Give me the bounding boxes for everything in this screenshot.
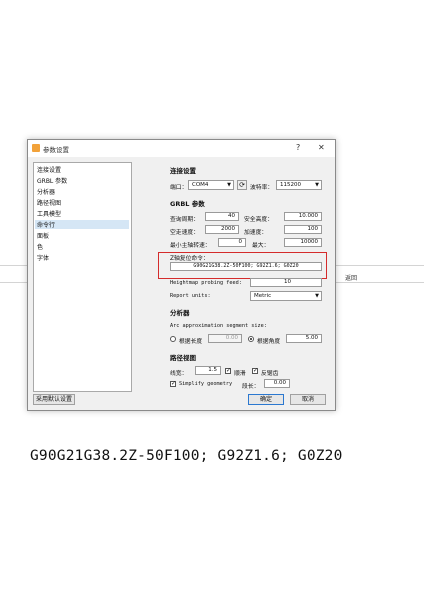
max-spindle-label: 最大： [252, 243, 270, 249]
gcode-caption: G90G21G38.2Z-50F100; G92Z1.6; G0Z20 [30, 448, 343, 464]
sidebar-item-fonts[interactable]: 字体 [37, 253, 49, 262]
help-button[interactable]: ? [296, 143, 300, 153]
sidebar-item-panels[interactable]: 面板 [37, 231, 49, 240]
parser-header: 分析器 [170, 309, 190, 317]
by-angle-field[interactable]: 5.00 [286, 334, 322, 343]
port-label: 端口： [170, 185, 188, 191]
dialog-titlebar: 参数设置 ? ✕ [28, 140, 335, 157]
zero-command-field[interactable]: G90G21G38.2Z-50F100; G92Z1.6; G0Z20 [170, 262, 322, 271]
port-value: COM4 [192, 182, 209, 188]
simplify-checkbox[interactable]: ✓ [170, 381, 176, 387]
settings-dialog: 参数设置 ? ✕ 连接设置 GRBL 参数 分析器 路径视图 工具模型 命令行 … [27, 139, 336, 411]
precision-field[interactable]: 0.00 [264, 379, 290, 388]
by-length-radio[interactable] [170, 336, 176, 342]
units-value: Metric [254, 293, 272, 299]
sidebar-item-grbl[interactable]: GRBL 参数 [37, 176, 67, 185]
app-icon [32, 144, 40, 152]
precision-label: 段长： [242, 384, 260, 390]
antialias-label: 反锯齿 [261, 371, 279, 377]
grbl-header: GRBL 参数 [170, 200, 205, 208]
query-period-label: 查询周期： [170, 217, 199, 223]
sidebar-item-tool-model[interactable]: 工具模型 [37, 209, 61, 218]
baud-label: 波特率： [250, 185, 274, 191]
zero-command-label: Z轴复位命令： [170, 256, 209, 262]
min-spindle-field[interactable]: 0 [218, 238, 246, 247]
line-width-label: 线宽： [170, 371, 188, 377]
by-length-field[interactable]: 0.00 [208, 334, 242, 343]
cancel-button[interactable]: 取消 [290, 394, 326, 405]
units-label: Report units: [170, 293, 211, 299]
sidebar-item-console[interactable]: 命令行 [35, 220, 129, 229]
sidebar-item-parser[interactable]: 分析器 [37, 187, 55, 196]
chevron-down-icon: ▼ [315, 293, 319, 299]
probe-feed-label: Heightmap probing feed: [170, 280, 242, 286]
path-view-header: 路径视图 [170, 354, 196, 362]
arc-size-label: Arc approximation segment size: [170, 323, 267, 329]
accel-field[interactable]: 100 [284, 225, 322, 234]
simplify-label: Simplify geometry [179, 381, 233, 387]
defaults-button[interactable]: 采用默认设置 [33, 394, 75, 405]
connection-header: 连接设置 [170, 167, 196, 175]
accel-label: 加速度： [244, 230, 268, 236]
ok-button[interactable]: 确定 [248, 394, 284, 405]
by-length-label: 根据长度 [179, 339, 203, 345]
line-width-field[interactable]: 1.5 [195, 366, 221, 375]
close-button[interactable]: ✕ [318, 143, 325, 153]
by-angle-radio[interactable] [248, 336, 254, 342]
sidebar-item-connection[interactable]: 连接设置 [37, 165, 61, 174]
antialias-checkbox[interactable]: ✓ [252, 368, 258, 374]
sidebar-item-colors[interactable]: 色 [37, 242, 43, 251]
min-spindle-label: 最小主轴转速： [170, 243, 211, 249]
query-period-field[interactable]: 40 [205, 212, 239, 221]
port-select[interactable]: COM4 ▼ [188, 180, 234, 190]
smooth-checkbox[interactable]: ✓ [225, 368, 231, 374]
rapid-speed-label: 空走速度： [170, 230, 199, 236]
safe-height-label: 安全高度： [244, 217, 273, 223]
chevron-down-icon: ▼ [227, 182, 231, 188]
chevron-down-icon: ▼ [315, 182, 319, 188]
probe-feed-field[interactable]: 10 [250, 278, 322, 287]
safe-height-field[interactable]: 10.000 [284, 212, 322, 221]
refresh-icon[interactable]: ⟳ [237, 180, 247, 190]
baud-value: 115200 [280, 182, 301, 188]
background-return-label: 返回 [345, 275, 358, 282]
smooth-label: 顺滑 [234, 371, 246, 377]
units-select[interactable]: Metric ▼ [250, 291, 322, 301]
by-angle-label: 根据角度 [257, 339, 281, 345]
sidebar-item-pathview[interactable]: 路径视图 [37, 198, 61, 207]
settings-sidebar: 连接设置 GRBL 参数 分析器 路径视图 工具模型 命令行 面板 色 字体 [33, 162, 132, 392]
max-spindle-field[interactable]: 10000 [284, 238, 322, 247]
rapid-speed-field[interactable]: 2000 [205, 225, 239, 234]
baud-select[interactable]: 115200 ▼ [276, 180, 322, 190]
dialog-title: 参数设置 [43, 146, 69, 154]
